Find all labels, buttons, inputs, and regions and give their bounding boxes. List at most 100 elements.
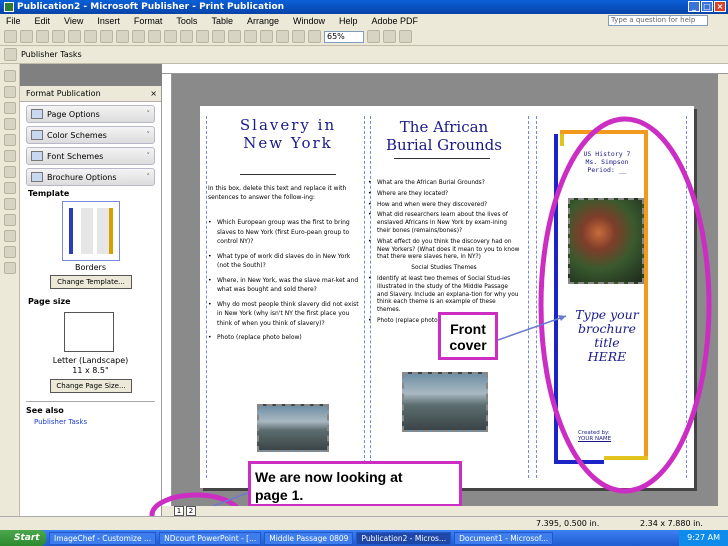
maximize-button[interactable]: □: [701, 1, 713, 12]
panel2-title[interactable]: The African Burial Grounds: [370, 118, 518, 154]
rotate-icon[interactable]: [260, 30, 273, 43]
guide-line: [206, 116, 207, 478]
panel1-title[interactable]: Slavery in New York: [218, 116, 358, 152]
zoom-select[interactable]: 65%: [324, 30, 364, 43]
send-to-back-icon[interactable]: [244, 30, 257, 43]
wordart-icon[interactable]: [3, 118, 16, 130]
autoshapes-icon[interactable]: [3, 214, 16, 226]
minimize-button[interactable]: _: [688, 1, 700, 12]
hyperlink-icon[interactable]: [292, 30, 305, 43]
pilcrow-icon[interactable]: [308, 30, 321, 43]
publisher-tasks-icon[interactable]: [4, 48, 17, 61]
menu-adobe-pdf[interactable]: Adobe PDF: [372, 16, 419, 26]
zoom-out-icon[interactable]: [367, 30, 380, 43]
social-studies-heading: Social Studies Themes: [411, 265, 477, 272]
insert-table-icon[interactable]: [3, 102, 16, 114]
panel1-list[interactable]: Which European group was the first to br…: [208, 218, 360, 348]
page-options-label: Page Options: [47, 109, 100, 119]
bring-to-front-icon[interactable]: [228, 30, 241, 43]
menu-help[interactable]: Help: [339, 16, 358, 26]
page-tab-2[interactable]: 2: [186, 506, 196, 516]
see-also-heading: See also: [26, 401, 155, 415]
menu-view[interactable]: View: [64, 16, 83, 26]
horizontal-scrollbar[interactable]: [162, 506, 728, 516]
print-icon[interactable]: [68, 30, 81, 43]
page-options-icon: [31, 109, 43, 119]
change-page-size-button[interactable]: Change Page Size...: [50, 379, 132, 393]
font-schemes-button[interactable]: Font Schemes ˅: [26, 147, 155, 165]
close-button[interactable]: ×: [714, 1, 726, 12]
menu-arrange[interactable]: Arrange: [247, 16, 279, 26]
template-thumbnail[interactable]: [62, 201, 120, 261]
print-preview-icon[interactable]: [84, 30, 97, 43]
paste-icon[interactable]: [164, 30, 177, 43]
panel1-intro[interactable]: In this box, delete this text and replac…: [208, 184, 360, 202]
menu-table[interactable]: Table: [211, 16, 233, 26]
panel2-photo[interactable]: [402, 372, 488, 432]
menu-edit[interactable]: Edit: [35, 16, 51, 26]
help-search-input[interactable]: Type a question for help: [608, 15, 708, 26]
vertical-scrollbar[interactable]: [718, 74, 728, 506]
taskbar-item[interactable]: ImageChef - Customize ...: [49, 531, 157, 545]
menu-format[interactable]: Format: [134, 16, 163, 26]
redo-icon[interactable]: [212, 30, 225, 43]
format-painter-icon[interactable]: [180, 30, 193, 43]
color-schemes-button[interactable]: Color Schemes ˅: [26, 126, 155, 144]
page-options-button[interactable]: Page Options ˅: [26, 105, 155, 123]
created-by[interactable]: Created by: YOUR NAME: [578, 430, 648, 442]
arrow-icon[interactable]: [3, 166, 16, 178]
panel2-list[interactable]: What are the African Burial Grounds? Whe…: [368, 180, 520, 329]
page-size-value: Letter (Landscape) 11 x 8.5": [20, 356, 161, 376]
columns-icon[interactable]: [276, 30, 289, 43]
taskbar-item[interactable]: Middle Passage 0809: [264, 531, 354, 545]
design-gallery-icon[interactable]: [3, 262, 16, 274]
text-box-icon[interactable]: [3, 86, 16, 98]
window-title: Publication2 - Microsoft Publisher - Pri…: [17, 2, 285, 12]
form-control-icon[interactable]: [3, 246, 16, 258]
publisher-tasks-link[interactable]: Publisher Tasks: [34, 418, 147, 426]
open-icon[interactable]: [20, 30, 33, 43]
line-icon[interactable]: [3, 150, 16, 162]
hot-spot-icon[interactable]: [3, 230, 16, 242]
zoom-in-icon[interactable]: [383, 30, 396, 43]
guide-line: [364, 116, 365, 478]
page-size-thumbnail[interactable]: [64, 312, 114, 352]
list-item: Where, in New York, was the slave mar-ke…: [208, 276, 360, 295]
mail-icon[interactable]: [52, 30, 65, 43]
vertical-ruler[interactable]: [162, 74, 172, 506]
cut-icon[interactable]: [132, 30, 145, 43]
help-icon[interactable]: [399, 30, 412, 43]
brochure-page[interactable]: Slavery in New York In this box, delete …: [200, 106, 694, 488]
front-cover-info[interactable]: US History 7 Ms. Simpson Period: __: [570, 150, 644, 174]
taskbar-item[interactable]: Document1 - Microsof...: [454, 531, 554, 545]
undo-icon[interactable]: [196, 30, 209, 43]
change-template-button[interactable]: Change Template...: [50, 275, 132, 289]
brochure-options-button[interactable]: Brochure Options ˄: [26, 168, 155, 186]
new-icon[interactable]: [4, 30, 17, 43]
menu-window[interactable]: Window: [293, 16, 325, 26]
start-button[interactable]: Start: [0, 530, 46, 546]
oval-icon[interactable]: [3, 182, 16, 194]
brochure-title-placeholder[interactable]: Type your brochure title HERE: [562, 308, 652, 364]
copy-icon[interactable]: [148, 30, 161, 43]
callout-front-line2: cover: [449, 337, 487, 353]
save-icon[interactable]: [36, 30, 49, 43]
publisher-tasks-button[interactable]: Publisher Tasks: [21, 50, 82, 59]
page-tab-1[interactable]: 1: [174, 506, 184, 516]
horizontal-ruler[interactable]: [162, 64, 728, 74]
select-object-icon[interactable]: [3, 70, 16, 82]
cyclist-photo[interactable]: [568, 198, 644, 284]
panel1-photo[interactable]: [257, 404, 329, 452]
taskbar-item-active[interactable]: Publication2 - Micros...: [356, 531, 452, 545]
title-bar: Publication2 - Microsoft Publisher - Pri…: [0, 0, 728, 14]
menu-insert[interactable]: Insert: [97, 16, 120, 26]
research-icon[interactable]: [116, 30, 129, 43]
taskbar-item[interactable]: NDcourt PowerPoint - [...: [159, 531, 262, 545]
border-blue-left: [554, 134, 558, 464]
pane-close-icon[interactable]: ×: [150, 89, 157, 98]
menu-tools[interactable]: Tools: [176, 16, 197, 26]
picture-frame-icon[interactable]: [3, 134, 16, 146]
rectangle-icon[interactable]: [3, 198, 16, 210]
spelling-icon[interactable]: [100, 30, 113, 43]
menu-file[interactable]: File: [6, 16, 21, 26]
